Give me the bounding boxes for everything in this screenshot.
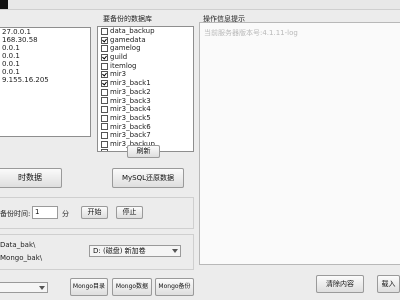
db-item-label: mir3_back2 [110, 87, 151, 96]
checkbox[interactable] [101, 140, 108, 148]
checkbox[interactable] [101, 53, 108, 61]
db-item-label: mir3_back1 [110, 79, 151, 88]
db-list-item[interactable]: mir3_back6 [98, 123, 193, 132]
checkbox[interactable] [101, 27, 108, 35]
server-list-item[interactable]: 0.0.1 [0, 68, 90, 76]
db-item-label: mir3_back3 [110, 96, 151, 105]
checkbox[interactable] [101, 149, 108, 151]
db-list-item[interactable]: mir3_back7 [98, 131, 193, 140]
mongo-path-text: Mongo_bak\ [0, 254, 43, 262]
chevron-down-icon [172, 249, 178, 253]
drive-select-value: D: (磁盘) 新加卷 [93, 247, 146, 255]
title-bar [0, 0, 400, 10]
checkbox[interactable] [101, 123, 108, 131]
clear-content-button[interactable]: 清除内容 [316, 275, 364, 293]
stop-button[interactable]: 停止 [116, 206, 143, 219]
db-list-item[interactable]: mir3 [98, 70, 193, 79]
db-list-item[interactable]: guild [98, 53, 193, 62]
bottom-select[interactable] [0, 282, 48, 293]
refresh-button[interactable]: 刷新 [127, 145, 160, 158]
mongo-data-button[interactable]: Mongo数据 [112, 278, 152, 296]
checkbox[interactable] [101, 62, 108, 70]
db-list-item[interactable]: gamelog [98, 44, 193, 53]
db-item-label: data_backup [110, 27, 155, 35]
server-list-item[interactable]: 0.0.1 [0, 44, 90, 52]
window-icon [0, 0, 8, 9]
mysql-restore-button[interactable]: MySQL还原数据 [112, 168, 184, 188]
backup-data-button[interactable]: 时数据 [0, 168, 62, 188]
checkbox[interactable] [101, 45, 108, 53]
log-placeholder-text: 当前服务器版本号:4.1.11-log [204, 29, 298, 37]
db-item-label: mir3 [110, 70, 127, 79]
server-list-item[interactable]: 0.0.1 [0, 60, 90, 68]
checkbox[interactable] [101, 114, 108, 122]
db-list-item[interactable]: mir3_back5 [98, 114, 193, 123]
db-item-label: gamedata [110, 35, 146, 44]
db-list-item[interactable]: data_backup [98, 27, 193, 36]
db-list-item[interactable]: mir3_back2 [98, 88, 193, 97]
data-path-text: Data_bak\ [0, 241, 36, 249]
checkbox[interactable] [101, 106, 108, 114]
db-list-item[interactable]: gamedata [98, 36, 193, 45]
server-list-item[interactable]: 27.0.0.1 [0, 28, 90, 36]
server-list-item[interactable]: 0.0.1 [0, 52, 90, 60]
drive-select[interactable]: D: (磁盘) 新加卷 [89, 245, 181, 257]
checkbox[interactable] [101, 88, 108, 96]
server-list[interactable]: 27.0.0.1 168.30.58 0.0.1 0.0.1 0.0.1 0.0.1 9.1… [0, 27, 91, 137]
db-item-label: mir3_back4 [110, 105, 151, 114]
server-list-item[interactable]: 9.155.16.205 [0, 76, 90, 84]
db-item-label: itemlog [110, 61, 137, 70]
mongo-dir-button[interactable]: Mongo目录 [70, 278, 108, 296]
interval-input[interactable]: 1 [32, 206, 58, 219]
database-list[interactable]: data_backup gamedata gamelog guild itemlog mi… [97, 26, 194, 152]
db-list-item[interactable]: mir3_back1 [98, 79, 193, 88]
db-list-item[interactable]: mir3_back4 [98, 105, 193, 114]
chevron-down-icon [39, 286, 45, 290]
start-button[interactable]: 开始 [81, 206, 108, 219]
load-button[interactable]: 载入 [377, 275, 400, 293]
checkbox[interactable] [101, 79, 108, 87]
checkbox[interactable] [101, 36, 108, 44]
db-panel-title: 要备份的数据库 [103, 15, 152, 23]
timer-prefix: 备份时间: [0, 210, 31, 218]
checkbox[interactable] [101, 97, 108, 105]
server-list-item[interactable]: 168.30.58 [0, 36, 90, 44]
db-item-label: mir3_back6 [110, 122, 151, 131]
checkbox[interactable] [101, 71, 108, 79]
interval-unit: 分 [62, 210, 69, 218]
db-item-label: mir3_back7 [110, 131, 151, 140]
db-list-item[interactable]: mir3_back3 [98, 97, 193, 106]
db-item-label: mir3_back5 [110, 113, 151, 122]
db-item-label: gamelog [110, 44, 141, 53]
mongo-backup-button[interactable]: Mongo备份 [155, 278, 194, 296]
db-item-label: guild [110, 53, 128, 62]
checkbox[interactable] [101, 132, 108, 140]
db-list-item[interactable]: itemlog [98, 62, 193, 71]
log-output[interactable]: 当前服务器版本号:4.1.11-log [199, 22, 400, 265]
